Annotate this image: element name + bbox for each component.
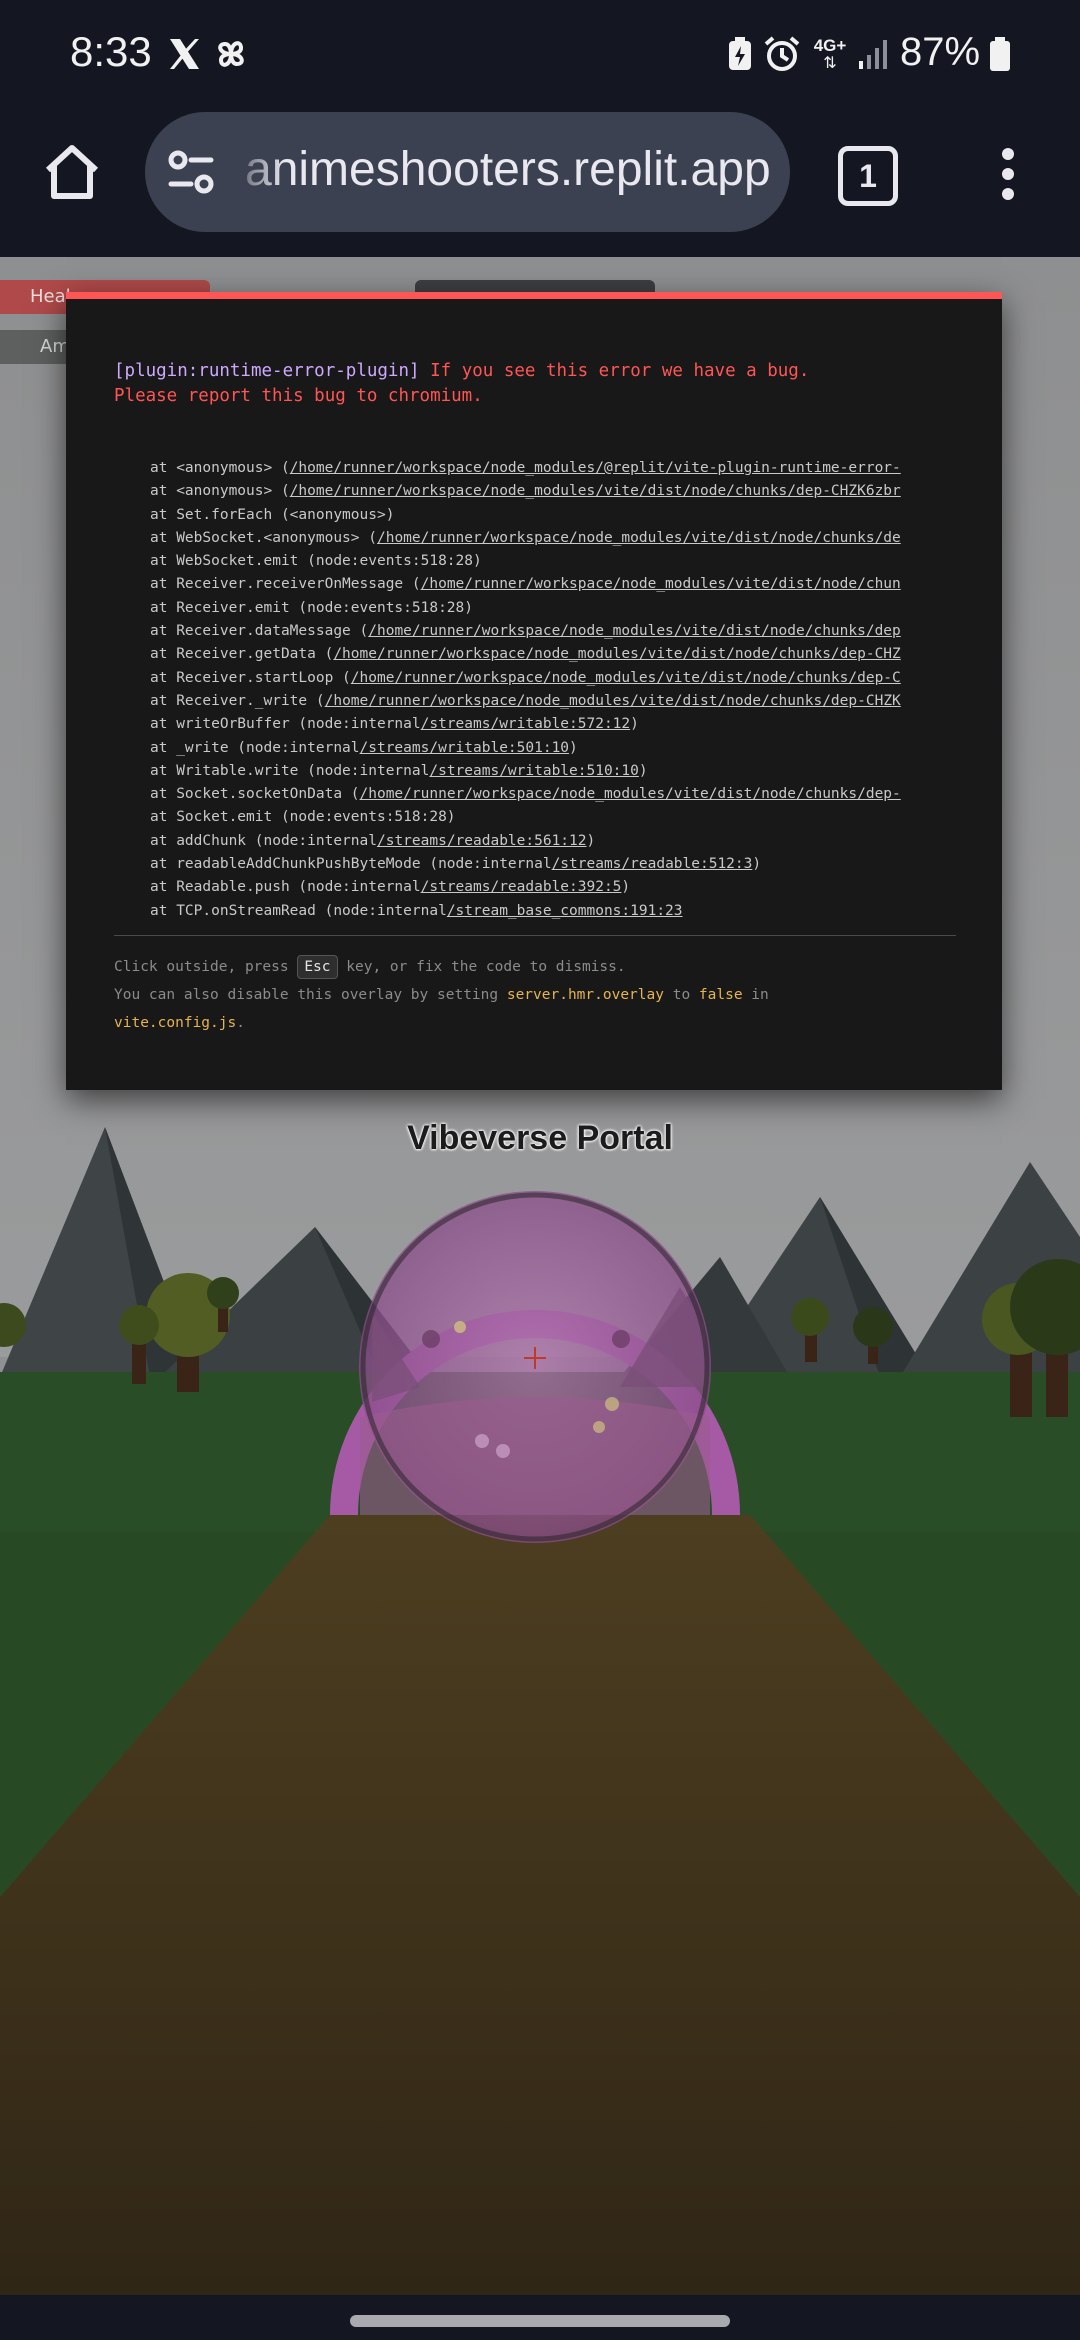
stack-frame: at <anonymous> (/home/runner/workspace/n…: [150, 483, 901, 500]
system-nav-bar: [0, 2295, 1080, 2340]
config-file: vite.config.js: [114, 1015, 237, 1031]
browser-toolbar: animeshooters.replit.app 1: [0, 112, 1080, 257]
stack-frame: at Receiver._write (/home/runner/workspa…: [150, 692, 901, 709]
stack-frame: at Receiver.emit (node:events:518:28): [150, 599, 474, 616]
x-app-icon: [165, 34, 203, 74]
more-vert-icon[interactable]: [995, 146, 1021, 202]
stack-frame: at Receiver.dataMessage (/home/runner/wo…: [150, 623, 901, 640]
error-stack-trace: at <anonymous> (/home/runner/workspace/n…: [150, 457, 980, 923]
stack-frame: at readableAddChunkPushByteMode (node:in…: [150, 856, 762, 873]
stack-frame-link[interactable]: /home/runner/workspace/node_modules/vite…: [351, 670, 901, 686]
stack-frame: at Socket.emit (node:events:518:28): [150, 809, 456, 826]
stack-frame: at Writable.write (node:internal/streams…: [150, 762, 648, 779]
stack-frame: at writeOrBuffer (node:internal/streams/…: [150, 716, 639, 733]
stack-frame: at Set.forEach (<anonymous>): [150, 506, 395, 523]
stack-frame: at WebSocket.<anonymous> (/home/runner/w…: [150, 529, 901, 546]
vite-error-overlay[interactable]: [plugin:runtime-error-plugin] If you see…: [66, 292, 1002, 1090]
stack-frame-link[interactable]: /home/runner/workspace/node_modules/vite…: [360, 786, 901, 802]
stack-frame-link[interactable]: /stream_base_commons:191:23: [447, 903, 683, 919]
stack-frame-link[interactable]: /home/runner/workspace/node_modules/vite…: [377, 530, 901, 546]
status-time: 8:33: [70, 28, 152, 75]
stack-frame: at Socket.socketOnData (/home/runner/wor…: [150, 786, 901, 803]
divider: [114, 935, 956, 936]
alarm-icon: [762, 34, 802, 74]
error-plugin-name: [plugin:runtime-error-plugin]: [114, 361, 420, 381]
network-arrows-icon: 4G+ ⇅: [813, 36, 847, 72]
stack-frame-link[interactable]: /streams/writable:572:12: [421, 716, 631, 732]
tabs-button[interactable]: 1: [838, 146, 898, 206]
stack-frame-link[interactable]: /streams/readable:512:3: [552, 856, 753, 872]
battery-percent: 87%: [900, 30, 981, 74]
home-button[interactable]: [40, 140, 104, 204]
portal-title: Vibeverse Portal: [407, 1119, 673, 1157]
stack-frame: at Receiver.startLoop (/home/runner/work…: [150, 669, 901, 686]
stack-frame: at Receiver.getData (/home/runner/worksp…: [150, 646, 901, 663]
stack-frame-link[interactable]: /home/runner/workspace/node_modules/vite…: [325, 693, 901, 709]
address-bar[interactable]: animeshooters.replit.app: [145, 112, 790, 232]
hud-ammo-bar: Am: [0, 330, 70, 364]
home-icon: [45, 145, 99, 199]
stack-frame: at WebSocket.emit (node:events:518:28): [150, 553, 482, 570]
stack-frame-link[interactable]: /streams/writable:510:10: [429, 763, 639, 779]
stack-frame: at TCP.onStreamRead (node:internal/strea…: [150, 902, 683, 919]
battery-saver-icon: [725, 34, 755, 74]
stack-frame: at _write (node:internal/streams/writabl…: [150, 739, 578, 756]
stack-frame: at Receiver.receiverOnMessage (/home/run…: [150, 576, 901, 593]
status-bar: 8:33 4G+ ⇅ 87%: [0, 0, 1080, 112]
stack-frame-link[interactable]: /streams/writable:501:10: [360, 740, 570, 756]
overlay-setting-value: false: [698, 987, 743, 1003]
stack-frame-link[interactable]: /streams/readable:561:12: [377, 833, 587, 849]
esc-key: Esc: [297, 955, 338, 979]
tab-count: 1: [859, 157, 877, 194]
stack-frame: at addChunk (node:internal/streams/reada…: [150, 832, 596, 849]
stack-frame: at <anonymous> (/home/runner/workspace/n…: [150, 460, 901, 476]
stack-frame-link[interactable]: /home/runner/workspace/node_modules/@rep…: [290, 460, 901, 476]
stack-frame: at Readable.push (node:internal/streams/…: [150, 879, 631, 896]
stack-frame-link[interactable]: /home/runner/workspace/node_modules/vite…: [290, 483, 901, 499]
stack-frame-link[interactable]: /home/runner/workspace/node_modules/vite…: [421, 576, 901, 592]
error-message: [plugin:runtime-error-plugin] If you see…: [114, 361, 810, 406]
gesture-handle[interactable]: [350, 2315, 730, 2327]
battery-icon: [988, 34, 1012, 74]
stack-frame-link[interactable]: /streams/readable:392:5: [421, 879, 622, 895]
pinwheel-app-icon: [210, 34, 252, 74]
url-text[interactable]: animeshooters.replit.app: [245, 142, 771, 197]
overlay-setting: server.hmr.overlay: [506, 987, 664, 1003]
crosshair-icon: [524, 1347, 546, 1369]
error-tip: Click outside, press Esc key, or fix the…: [114, 953, 974, 1037]
site-settings-icon[interactable]: [165, 146, 217, 198]
signal-icon: [856, 34, 892, 74]
stack-frame-link[interactable]: /home/runner/workspace/node_modules/vite…: [333, 646, 900, 662]
stack-frame-link[interactable]: /home/runner/workspace/node_modules/vite…: [368, 623, 901, 639]
